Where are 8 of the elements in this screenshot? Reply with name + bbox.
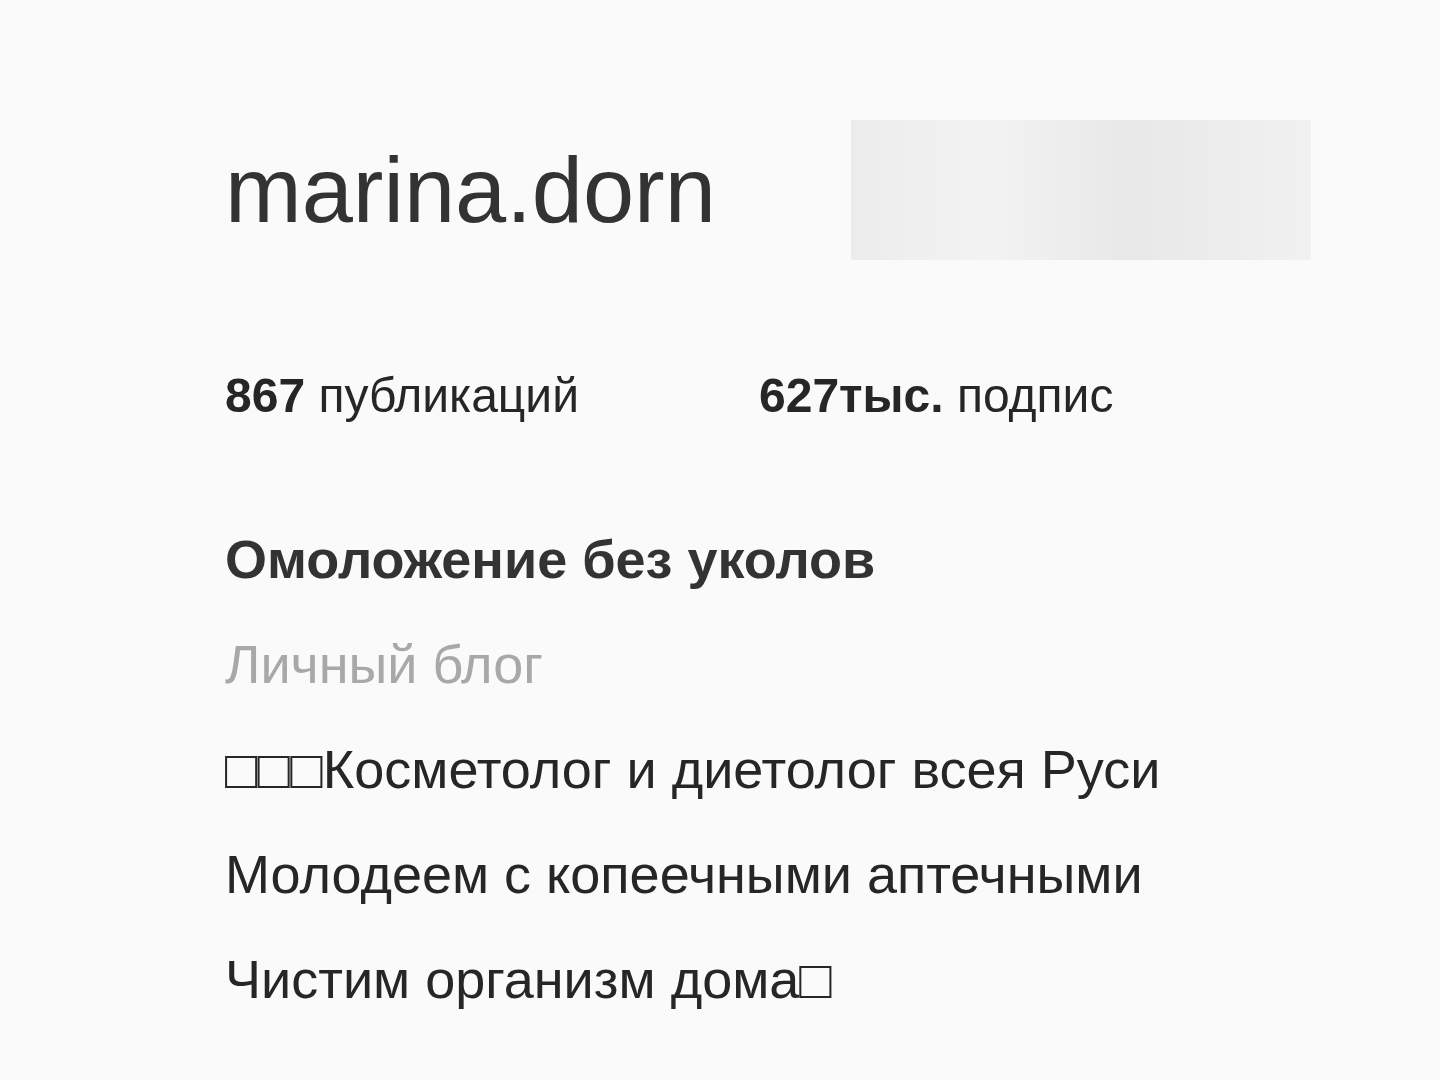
- bio-line: Молодеем с копеечными аптечными: [225, 843, 1143, 906]
- bio-line: Чистим организм дома□: [225, 948, 832, 1011]
- profile-category: Личный блог: [225, 633, 543, 696]
- bio-line: □□□Косметолог и диетолог всея Руси: [225, 738, 1161, 801]
- profile-name: Омоложение без уколов: [225, 528, 876, 591]
- stat-count[interactable]: 627тыс. подпис: [759, 360, 1114, 432]
- stat-count[interactable]: 867 публикаций: [225, 360, 579, 432]
- username: marina.dorn: [225, 144, 716, 236]
